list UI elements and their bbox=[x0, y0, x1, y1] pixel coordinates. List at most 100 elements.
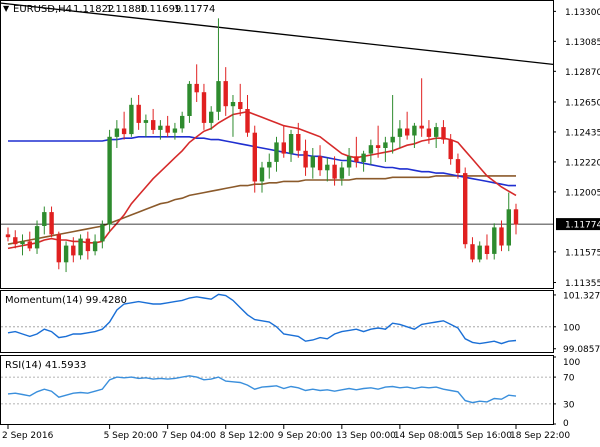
candle-body bbox=[405, 128, 410, 136]
candle-body bbox=[506, 209, 511, 246]
candle-body bbox=[484, 245, 490, 254]
price-tick-label: 1.12435 bbox=[565, 128, 600, 138]
current-price-label: 1.11774 bbox=[565, 221, 600, 231]
candle-body bbox=[172, 128, 178, 133]
candle-body bbox=[180, 115, 185, 129]
candle-body bbox=[238, 102, 243, 109]
candle-body bbox=[383, 142, 388, 148]
candle-body bbox=[375, 145, 381, 148]
candle-body bbox=[303, 150, 308, 168]
candle-body bbox=[346, 156, 352, 168]
candle-body bbox=[441, 127, 446, 140]
candle-body bbox=[492, 227, 497, 254]
candle-body bbox=[325, 164, 330, 171]
time-tick-label: 9 Sep 20:00 bbox=[278, 431, 333, 441]
candle-body bbox=[27, 241, 32, 249]
candle-body bbox=[34, 226, 40, 249]
candle-body bbox=[201, 92, 207, 123]
candle-body bbox=[194, 83, 199, 93]
candle-body bbox=[426, 128, 432, 137]
time-tick-label: 14 Sep 08:00 bbox=[394, 431, 454, 441]
momentum-tick-label: 99.0857 bbox=[563, 345, 600, 355]
candle-body bbox=[71, 245, 76, 256]
candle-body bbox=[100, 224, 105, 242]
rsi-tick-label: 0 bbox=[563, 419, 569, 429]
candle-body bbox=[92, 241, 98, 252]
price-tick-label: 1.12650 bbox=[565, 98, 600, 108]
time-tick-label: 18 Sep 22:00 bbox=[510, 431, 570, 441]
price-tick-label: 1.13300 bbox=[565, 8, 600, 18]
price-tick-label: 1.12220 bbox=[565, 158, 600, 168]
candle-body bbox=[470, 244, 475, 260]
chart-svg: 1.13300 1.13085 1.12870 1.12650 1.12435 1.122… bbox=[0, 0, 600, 441]
candle-body bbox=[419, 125, 424, 129]
time-tick-label: 8 Sep 12:00 bbox=[220, 431, 275, 441]
candle-body bbox=[397, 128, 403, 137]
rsi-tick-label: 100 bbox=[563, 358, 580, 368]
candle-body bbox=[158, 125, 163, 130]
candle-body bbox=[434, 127, 439, 137]
candle-body bbox=[151, 120, 156, 130]
candle-body bbox=[274, 142, 279, 162]
candle-body bbox=[187, 83, 192, 116]
rsi-tick-label: 70 bbox=[563, 374, 575, 384]
candle-body bbox=[339, 167, 345, 179]
price-tick-label: 1.11575 bbox=[565, 248, 600, 258]
price-tick-label: 1.12005 bbox=[565, 188, 600, 198]
candle-body bbox=[245, 109, 250, 133]
candle-body bbox=[165, 125, 170, 133]
candle-body bbox=[42, 212, 47, 226]
candle-body bbox=[49, 212, 54, 235]
candle-body bbox=[296, 134, 301, 151]
candle-body bbox=[448, 139, 453, 160]
candle-body bbox=[85, 238, 91, 252]
candle-body bbox=[107, 136, 112, 225]
candle-body bbox=[412, 125, 417, 136]
candle-body bbox=[216, 81, 221, 112]
candle-body bbox=[20, 241, 25, 245]
candle-body bbox=[252, 132, 257, 182]
time-tick-label: 13 Sep 00:00 bbox=[336, 431, 396, 441]
price-tick-label: 1.13085 bbox=[565, 38, 600, 48]
candle-body bbox=[230, 102, 236, 107]
candle-body bbox=[129, 104, 134, 135]
candle-body bbox=[317, 156, 323, 171]
candle-body bbox=[310, 156, 315, 168]
time-tick-label: 2 Sep 2016 bbox=[2, 431, 54, 441]
candle-body bbox=[288, 134, 294, 154]
candle-body bbox=[368, 145, 374, 154]
candle-body bbox=[121, 128, 127, 135]
candle-body bbox=[354, 156, 359, 162]
candle-body bbox=[499, 227, 504, 246]
rsi-title: RSI(14) 41.5933 bbox=[5, 360, 86, 371]
time-tick-label: 5 Sep 20:00 bbox=[104, 431, 159, 441]
candle-body bbox=[13, 237, 18, 245]
momentum-tick-label: 101.3274 bbox=[563, 291, 600, 301]
candle-body bbox=[455, 159, 461, 173]
price-tick-label: 1.12870 bbox=[565, 68, 600, 78]
candle-body bbox=[281, 142, 286, 154]
candle-body bbox=[136, 104, 141, 123]
time-tick-label: 7 Sep 04:00 bbox=[162, 431, 217, 441]
candle-body bbox=[114, 128, 120, 137]
rsi-tick-label: 30 bbox=[563, 400, 575, 410]
candle-body bbox=[143, 120, 149, 123]
momentum-tick-label: 100 bbox=[563, 323, 580, 333]
momentum-title: Momentum(14) 99.4280 bbox=[5, 295, 127, 306]
candle-body bbox=[259, 167, 265, 182]
candle-body bbox=[78, 238, 83, 256]
candle-body bbox=[56, 234, 61, 263]
candle-body bbox=[513, 209, 519, 225]
chart-dropdown-arrow-icon[interactable]: ▼ bbox=[3, 4, 10, 13]
time-tick-label: 15 Sep 16:00 bbox=[452, 431, 512, 441]
candle-body bbox=[5, 234, 11, 238]
candle-body bbox=[390, 136, 395, 143]
candle-body bbox=[463, 173, 468, 245]
candle-body bbox=[267, 161, 272, 168]
price-tick-label: 1.11355 bbox=[565, 279, 600, 289]
chart-root: 1.13300 1.13085 1.12870 1.12650 1.12435 1.122… bbox=[0, 0, 600, 443]
candle-body bbox=[361, 153, 366, 162]
symbol-title: EURUSD,H4 bbox=[13, 4, 72, 15]
candle-body bbox=[63, 245, 69, 263]
candle-body bbox=[332, 164, 337, 179]
